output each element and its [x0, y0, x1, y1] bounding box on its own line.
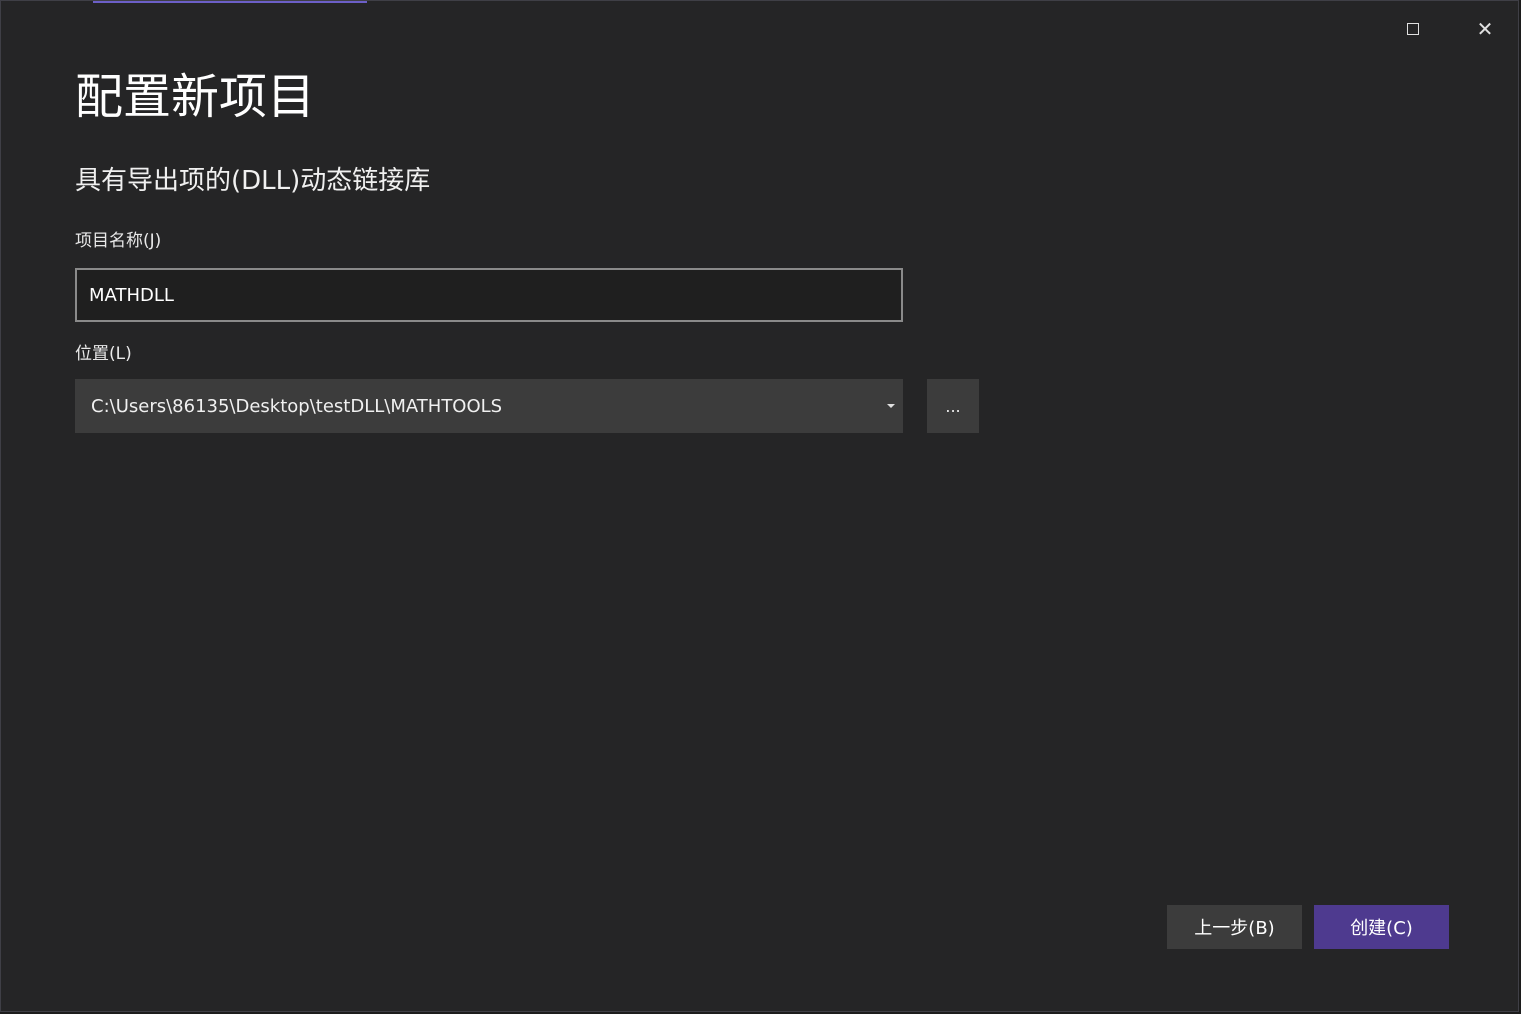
project-name-input[interactable] [75, 268, 903, 322]
maximize-icon [1407, 23, 1419, 35]
maximize-button[interactable] [1395, 11, 1431, 47]
location-label: 位置(L) [75, 344, 132, 364]
project-name-label: 项目名称(J) [75, 231, 162, 251]
create-button[interactable]: 创建(C) [1314, 905, 1449, 949]
title-accent-line [93, 1, 367, 3]
back-button[interactable]: 上一步(B) [1167, 905, 1302, 949]
close-button[interactable]: ✕ [1467, 11, 1503, 47]
chevron-down-icon[interactable] [887, 404, 895, 408]
configure-project-dialog: ✕ 配置新项目 具有导出项的(DLL)动态链接库 项目名称(J) 位置(L) C… [0, 0, 1519, 1012]
page-title: 配置新项目 [75, 69, 316, 125]
browse-button[interactable]: ... [927, 379, 979, 433]
location-value: C:\Users\86135\Desktop\testDLL\MATHTOOLS [91, 395, 503, 417]
location-combobox[interactable]: C:\Users\86135\Desktop\testDLL\MATHTOOLS [75, 379, 903, 433]
template-name: 具有导出项的(DLL)动态链接库 [75, 166, 431, 196]
close-icon: ✕ [1476, 17, 1494, 41]
